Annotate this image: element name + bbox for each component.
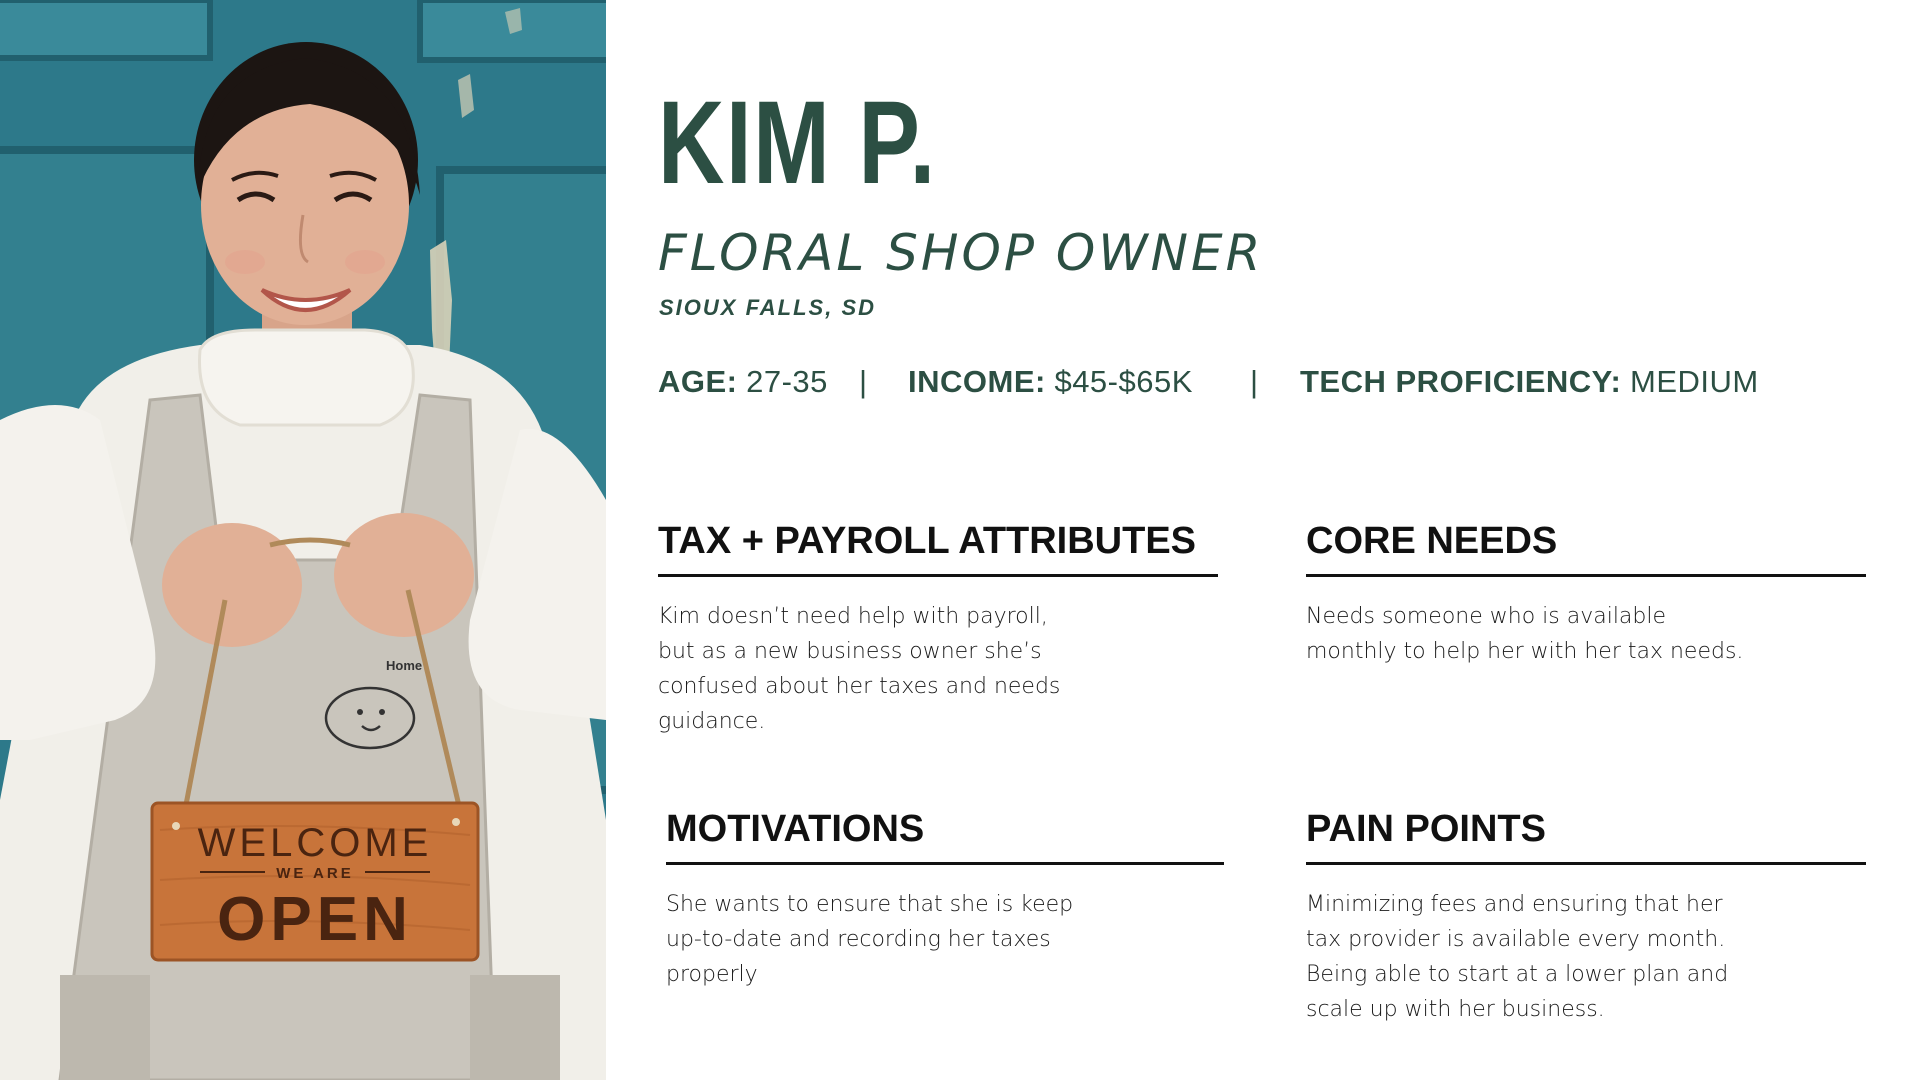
body-line: properly <box>666 962 758 987</box>
body-line: Being able to start at a lower plan and <box>1306 962 1729 987</box>
section-title: CORE NEEDS <box>1306 522 1866 577</box>
stat-tech-label: TECH PROFICIENCY: <box>1300 364 1622 399</box>
portrait-illustration: Home WELCOME WE ARE OPEN <box>0 0 606 1080</box>
section-body: Needs someone who is available monthly t… <box>1306 599 1866 669</box>
section-title: MOTIVATIONS <box>666 810 1224 865</box>
section-body: Kim doesn’t need help with payroll, but … <box>658 599 1218 739</box>
body-line: monthly to help her with her tax needs. <box>1306 639 1744 664</box>
sign-we-are-text: WE ARE <box>276 865 353 882</box>
apron-logo-text: Home <box>386 658 422 673</box>
section-motivations: MOTIVATIONS She wants to ensure that she… <box>666 810 1224 992</box>
stat-tech: TECH PROFICIENCY: MEDIUM <box>1300 366 1759 397</box>
body-line: Needs someone who is available <box>1306 604 1667 629</box>
body-line: confused about her taxes and needs <box>658 674 1061 699</box>
stat-age-value: 27-35 <box>746 364 828 399</box>
body-line: Kim doesn’t need help with payroll, <box>658 604 1048 629</box>
stat-income-value: $45-$65K <box>1054 364 1193 399</box>
section-body: Minimizing fees and ensuring that her ta… <box>1306 887 1866 1027</box>
stat-income-label: INCOME: <box>908 364 1046 399</box>
persona-location: SIOUX FALLS, SD <box>659 295 877 320</box>
body-line: tax provider is available every month. <box>1306 927 1726 952</box>
stat-age: AGE: 27-35 <box>658 366 828 397</box>
persona-card: Home WELCOME WE ARE OPEN KIM P. FLORAL S… <box>0 0 1920 1080</box>
body-line: scale up with her business. <box>1306 997 1605 1022</box>
stat-separator: | <box>1250 364 1259 399</box>
body-line: guidance. <box>658 709 766 734</box>
section-core-needs: CORE NEEDS Needs someone who is availabl… <box>1306 522 1866 669</box>
stat-separator: | <box>859 364 868 399</box>
body-line: She wants to ensure that she is keep <box>666 892 1074 917</box>
sign-open-text: OPEN <box>217 885 413 954</box>
stat-income: INCOME: $45-$65K <box>908 366 1193 397</box>
body-line: Minimizing fees and ensuring that her <box>1306 892 1723 917</box>
section-pain-points: PAIN POINTS Minimizing fees and ensuring… <box>1306 810 1866 1027</box>
section-body: She wants to ensure that she is keep up-… <box>666 887 1224 992</box>
section-title: TAX + PAYROLL ATTRIBUTES <box>658 522 1218 577</box>
sign-welcome-text: WELCOME <box>198 821 433 865</box>
body-line: but as a new business owner she’s <box>658 639 1042 664</box>
stat-age-label: AGE: <box>658 364 738 399</box>
section-title: PAIN POINTS <box>1306 810 1866 865</box>
persona-role: FLORAL SHOP OWNER <box>658 224 1264 282</box>
persona-photo: Home WELCOME WE ARE OPEN <box>0 0 606 1080</box>
section-tax-payroll: TAX + PAYROLL ATTRIBUTES Kim doesn’t nee… <box>658 522 1218 739</box>
persona-name: KIM P. <box>658 77 937 209</box>
stat-tech-value: MEDIUM <box>1630 364 1759 399</box>
body-line: up-to-date and recording her taxes <box>666 927 1051 952</box>
